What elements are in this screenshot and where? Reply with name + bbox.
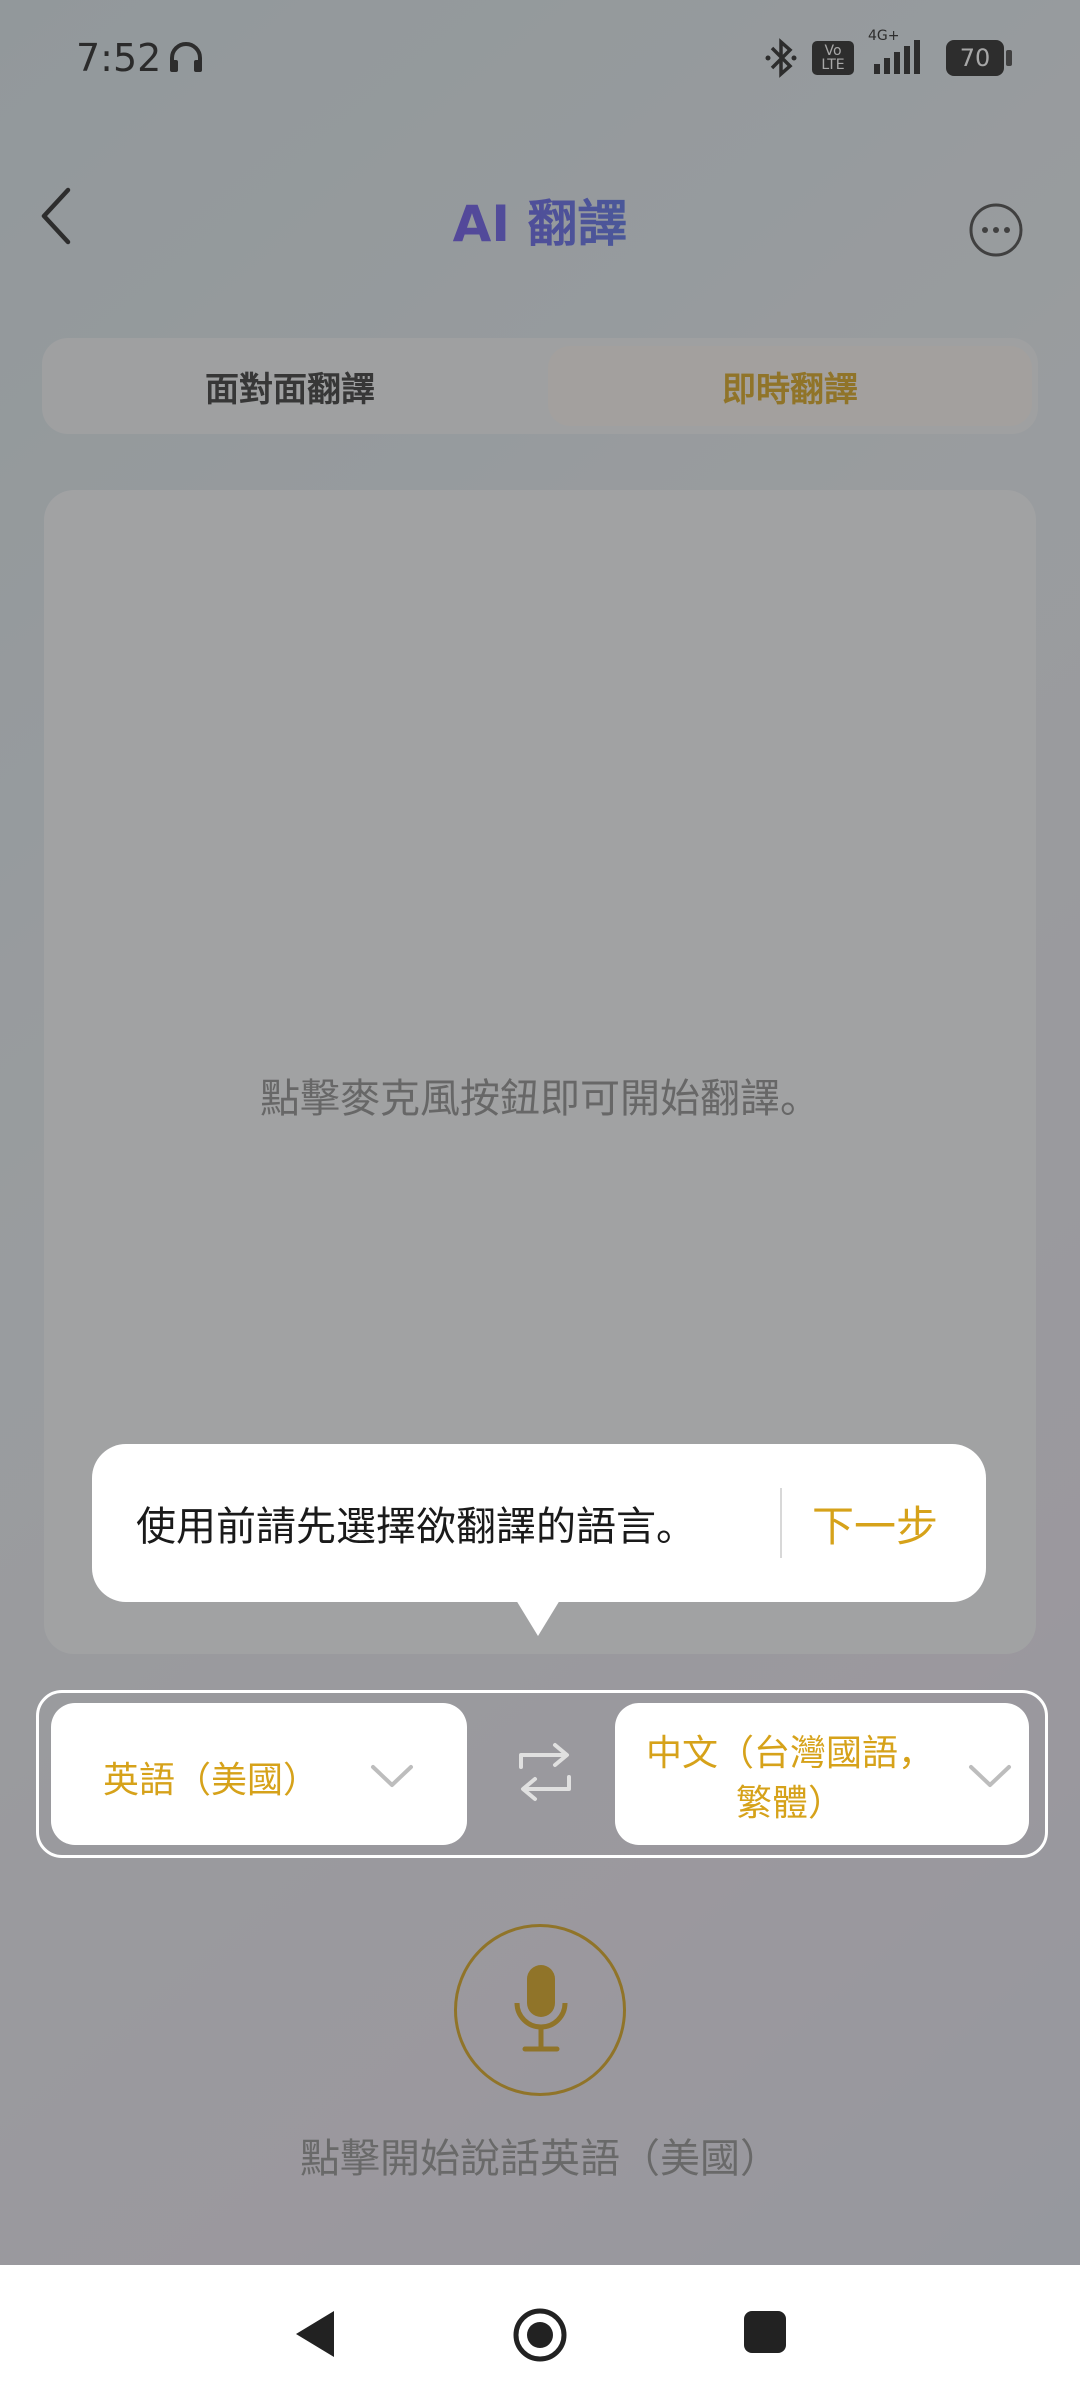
swap-languages-icon[interactable] bbox=[515, 1739, 575, 1805]
target-language-select[interactable]: 中文（台灣國語， 繁體） bbox=[615, 1703, 1029, 1845]
tooltip-divider bbox=[780, 1488, 782, 1558]
next-step-button[interactable]: 下一步 bbox=[812, 1493, 938, 1554]
nav-back-icon[interactable] bbox=[290, 2307, 340, 2361]
target-language-label: 中文（台灣國語， 繁體） bbox=[625, 1729, 955, 1829]
source-language-label: 英語（美國） bbox=[103, 1760, 320, 1801]
nav-home-icon[interactable] bbox=[512, 2307, 568, 2363]
target-language-line2: 繁體） bbox=[735, 1783, 844, 1824]
source-language-select[interactable]: 英語（美國） bbox=[51, 1703, 467, 1845]
chevron-down-icon bbox=[969, 1765, 1011, 1787]
language-selector-bar: 英語（美國） 中文（台灣國語， 繁體） bbox=[36, 1690, 1048, 1858]
onboarding-overlay bbox=[0, 0, 1080, 2265]
nav-recent-apps-icon[interactable] bbox=[744, 2311, 786, 2353]
chevron-down-icon bbox=[371, 1765, 413, 1787]
tooltip-message: 使用前請先選擇欲翻譯的語言。 bbox=[136, 1504, 696, 1550]
target-language-line1: 中文（台灣國語， bbox=[645, 1733, 934, 1774]
system-navigation-bar bbox=[0, 2265, 1080, 2400]
onboarding-tooltip: 使用前請先選擇欲翻譯的語言。 下一步 bbox=[92, 1444, 986, 1636]
